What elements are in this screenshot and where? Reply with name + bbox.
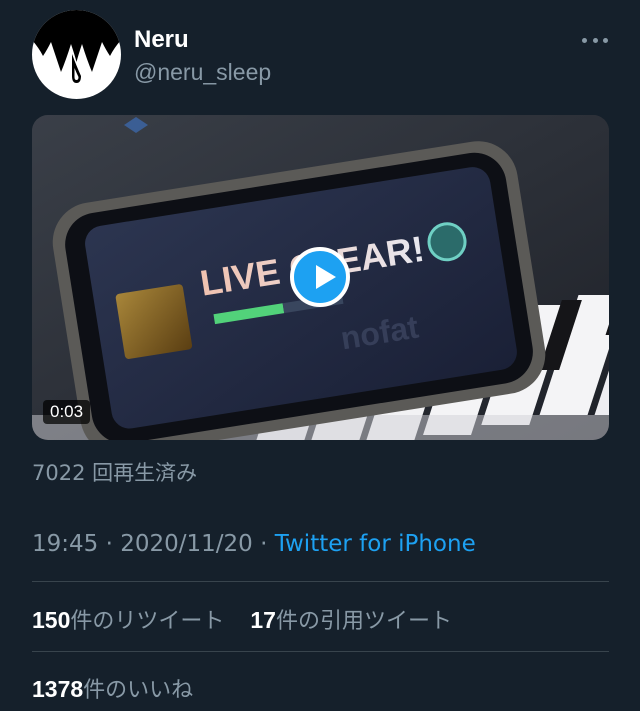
view-count: 7022 回再生済み bbox=[32, 461, 198, 485]
stats-row: 150件のリツイート 17件の引用ツイート bbox=[32, 603, 452, 635]
meta-separator: · bbox=[260, 531, 275, 557]
retweets-stat[interactable]: 150件のリツイート bbox=[32, 607, 225, 634]
likes-stat[interactable]: 1378件のいいね bbox=[32, 676, 194, 703]
likes-label: 件のいいね bbox=[83, 678, 194, 703]
tweet-meta: 19:45 · 2020/11/20 · Twitter for iPhone bbox=[32, 531, 476, 557]
quotes-stat[interactable]: 17件の引用ツイート bbox=[250, 607, 452, 634]
video-duration: 0:03 bbox=[43, 400, 91, 424]
likes-count: 1378 bbox=[32, 676, 84, 702]
quotes-count: 17 bbox=[250, 607, 276, 633]
divider bbox=[32, 651, 609, 652]
meta-separator: · bbox=[105, 531, 121, 557]
play-icon[interactable] bbox=[290, 247, 350, 307]
retweets-label: 件のリツイート bbox=[70, 609, 225, 634]
tweet-time[interactable]: 19:45 bbox=[32, 531, 98, 557]
retweets-count: 150 bbox=[32, 607, 71, 633]
user-handle[interactable]: @neru_sleep bbox=[134, 59, 271, 86]
quotes-label: 件の引用ツイート bbox=[275, 609, 452, 634]
avatar[interactable] bbox=[32, 10, 121, 99]
likes-row: 1378件のいいね bbox=[32, 672, 193, 704]
divider bbox=[32, 581, 609, 582]
tweet-source[interactable]: Twitter for iPhone bbox=[275, 531, 476, 557]
more-icon[interactable] bbox=[582, 34, 608, 46]
tweet-date[interactable]: 2020/11/20 bbox=[120, 531, 253, 557]
avatar-drip-icon bbox=[32, 10, 121, 83]
user-name[interactable]: Neru bbox=[134, 26, 189, 54]
